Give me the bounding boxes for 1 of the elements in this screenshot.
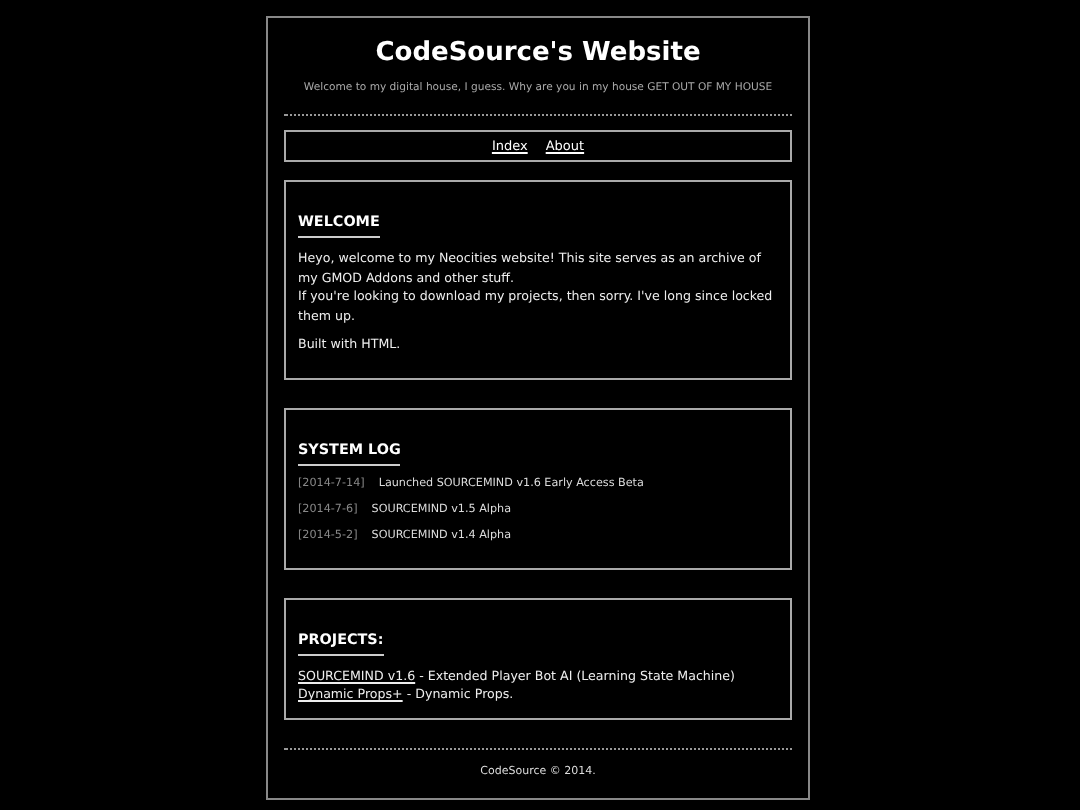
site-title: CodeSource's Website: [373, 36, 703, 68]
